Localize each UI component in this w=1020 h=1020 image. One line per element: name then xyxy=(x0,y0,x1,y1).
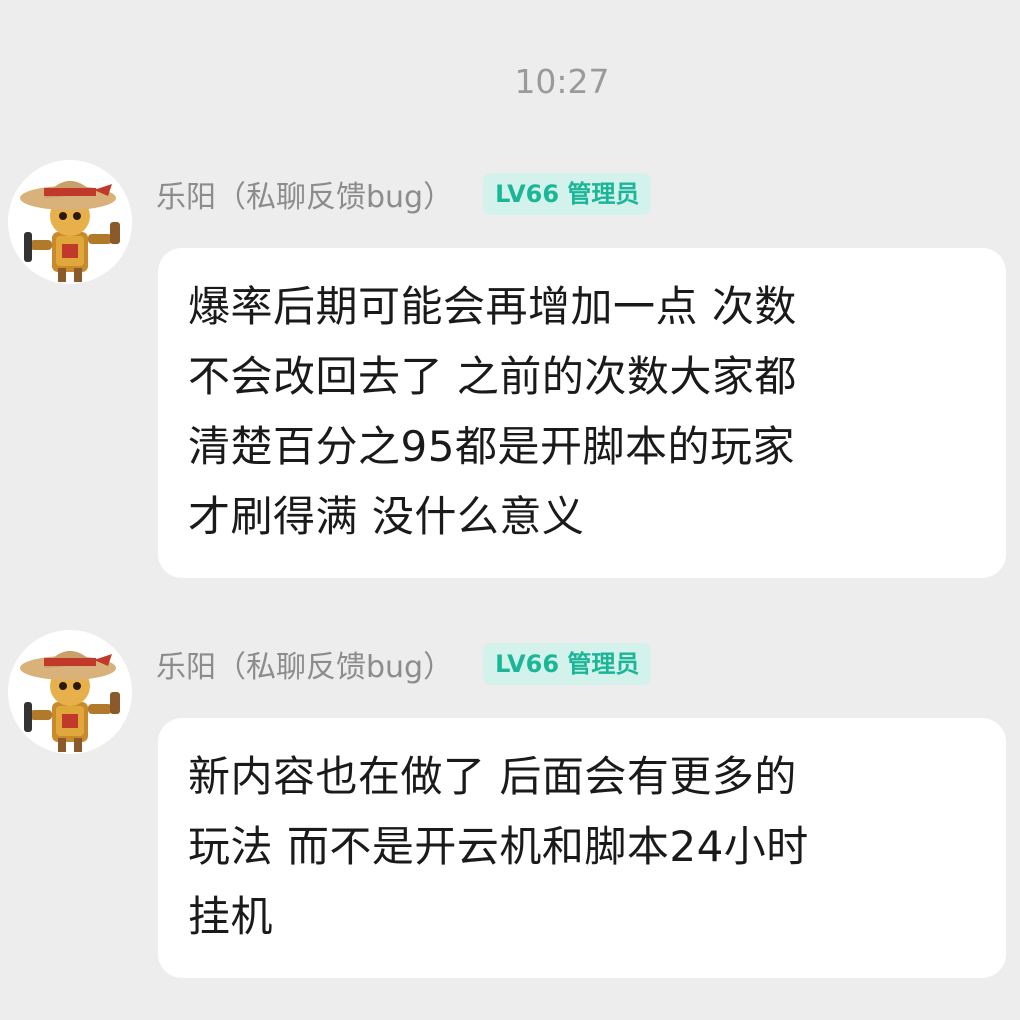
message-timestamp: 10:27 xyxy=(52,58,1020,106)
sender-row: 乐阳（私聊反馈bug） LV66 管理员 xyxy=(156,170,652,218)
message-text: 新内容也在做了 后面会有更多的 玩法 而不是开云机和脚本24小时 挂机 xyxy=(188,752,809,941)
message-bubble[interactable]: 爆率后期可能会再增加一点 次数 不会改回去了 之前的次数大家都 清楚百分之95都… xyxy=(158,248,1006,578)
timestamp-text: 10:27 xyxy=(514,62,610,101)
level-role-badge: LV66 管理员 xyxy=(483,173,652,215)
sender-name[interactable]: 乐阳（私聊反馈bug） xyxy=(156,172,453,216)
level-role-badge: LV66 管理员 xyxy=(483,643,652,685)
sender-name[interactable]: 乐阳（私聊反馈bug） xyxy=(156,642,453,686)
scarecrow-avatar-icon xyxy=(8,630,132,754)
message-bubble[interactable]: 新内容也在做了 后面会有更多的 玩法 而不是开云机和脚本24小时 挂机 xyxy=(158,718,1006,978)
scarecrow-avatar-icon xyxy=(8,160,132,284)
sender-row: 乐阳（私聊反馈bug） LV66 管理员 xyxy=(156,640,652,688)
sender-avatar[interactable] xyxy=(8,160,132,284)
sender-avatar[interactable] xyxy=(8,630,132,754)
message-text: 爆率后期可能会再增加一点 次数 不会改回去了 之前的次数大家都 清楚百分之95都… xyxy=(188,282,797,541)
